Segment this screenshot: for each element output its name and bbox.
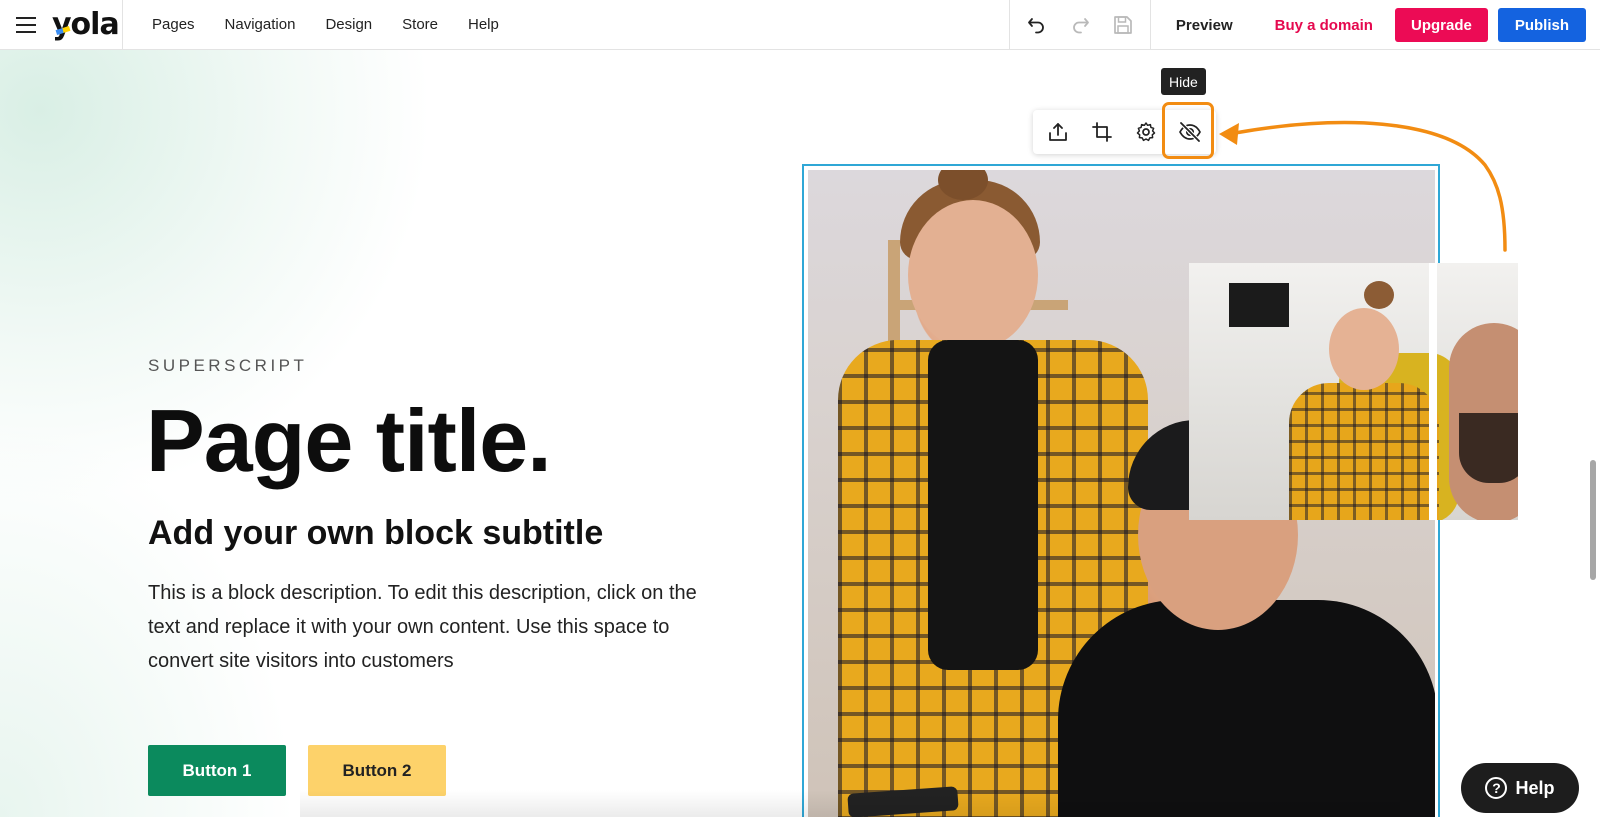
hide-tooltip: Hide (1161, 68, 1206, 95)
image-gap (1429, 263, 1437, 520)
page-canvas: SUPERSCRIPT Page title. Add your own blo… (0, 50, 1600, 817)
block-description[interactable]: This is a block description. To edit thi… (148, 576, 728, 678)
buy-domain-link[interactable]: Buy a domain (1255, 17, 1395, 34)
help-label: Help (1515, 777, 1555, 798)
undo-icon (1028, 18, 1045, 34)
section-bottom-shadow (300, 790, 1400, 817)
man-beard (1459, 413, 1518, 483)
redo-icon (1073, 18, 1089, 34)
replace-image-button[interactable] (1036, 110, 1080, 154)
page-title[interactable]: Page title. (146, 390, 552, 492)
secondary-image[interactable] (1189, 263, 1518, 520)
preview-button[interactable]: Preview (1152, 17, 1255, 34)
gear-icon (1136, 122, 1156, 142)
save-button[interactable] (1106, 8, 1140, 42)
annotation-highlight (1162, 102, 1214, 159)
upgrade-button[interactable]: Upgrade (1394, 8, 1488, 42)
nav-item-design[interactable]: Design (310, 0, 387, 50)
hamburger-menu-button[interactable] (0, 0, 52, 50)
redo-button[interactable] (1063, 8, 1097, 42)
block-button-1[interactable]: Button 1 (148, 745, 286, 796)
editor-topbar: yola Pages Navigation Design Store Help (0, 0, 1600, 50)
nav-item-navigation[interactable]: Navigation (210, 0, 311, 50)
crop-icon (1092, 122, 1112, 142)
woman-hair-bun (1364, 281, 1394, 309)
upload-icon (1049, 123, 1067, 141)
logo-text: yola (52, 7, 120, 42)
yola-logo[interactable]: yola (52, 0, 120, 50)
question-mark-icon: ? (1485, 777, 1508, 799)
crop-button[interactable] (1080, 110, 1124, 154)
monitor (1229, 283, 1289, 327)
help-button[interactable]: ? Help (1461, 763, 1579, 813)
annotation-arrow (1219, 120, 1507, 252)
history-tools (1009, 0, 1151, 50)
block-subtitle[interactable]: Add your own block subtitle (148, 514, 603, 553)
hamburger-icon (16, 16, 36, 33)
save-icon (1113, 16, 1132, 34)
page-scrollbar[interactable] (1590, 460, 1596, 580)
plaid-coat (1289, 383, 1439, 520)
nav-item-help[interactable]: Help (453, 0, 514, 50)
main-nav: Pages Navigation Design Store Help (123, 0, 514, 50)
woman-face (1329, 308, 1399, 390)
nav-item-store[interactable]: Store (387, 0, 453, 50)
publish-actions: Preview Buy a domain Upgrade Publish (1152, 0, 1600, 50)
nav-item-pages[interactable]: Pages (137, 0, 210, 50)
undo-button[interactable] (1020, 8, 1054, 42)
block-superscript[interactable]: SUPERSCRIPT (148, 356, 307, 376)
block-button-2[interactable]: Button 2 (308, 745, 446, 796)
publish-button[interactable]: Publish (1497, 8, 1586, 42)
